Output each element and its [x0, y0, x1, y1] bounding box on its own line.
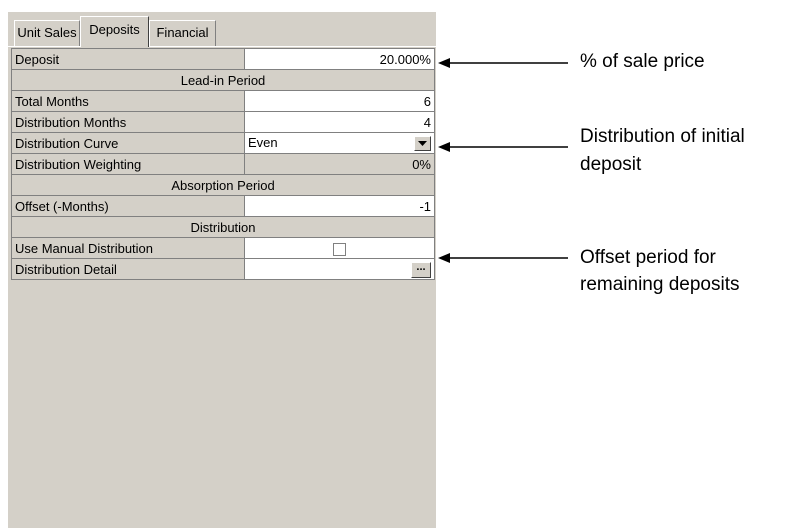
callout-offset-line1: Offset period for: [580, 247, 716, 268]
callout-initial-deposit-line1: Distribution of initial: [580, 126, 745, 147]
arrow-left-icon: [438, 253, 568, 263]
tab-deposits[interactable]: Deposits: [80, 16, 149, 47]
arrow-left-icon: [438, 58, 568, 68]
callout-sale-price: % of sale price: [580, 51, 705, 72]
callout-offset-line2: remaining deposits: [580, 274, 740, 295]
callout-initial-deposit-line2: deposit: [580, 154, 642, 175]
arrow-left-icon: [438, 142, 568, 152]
